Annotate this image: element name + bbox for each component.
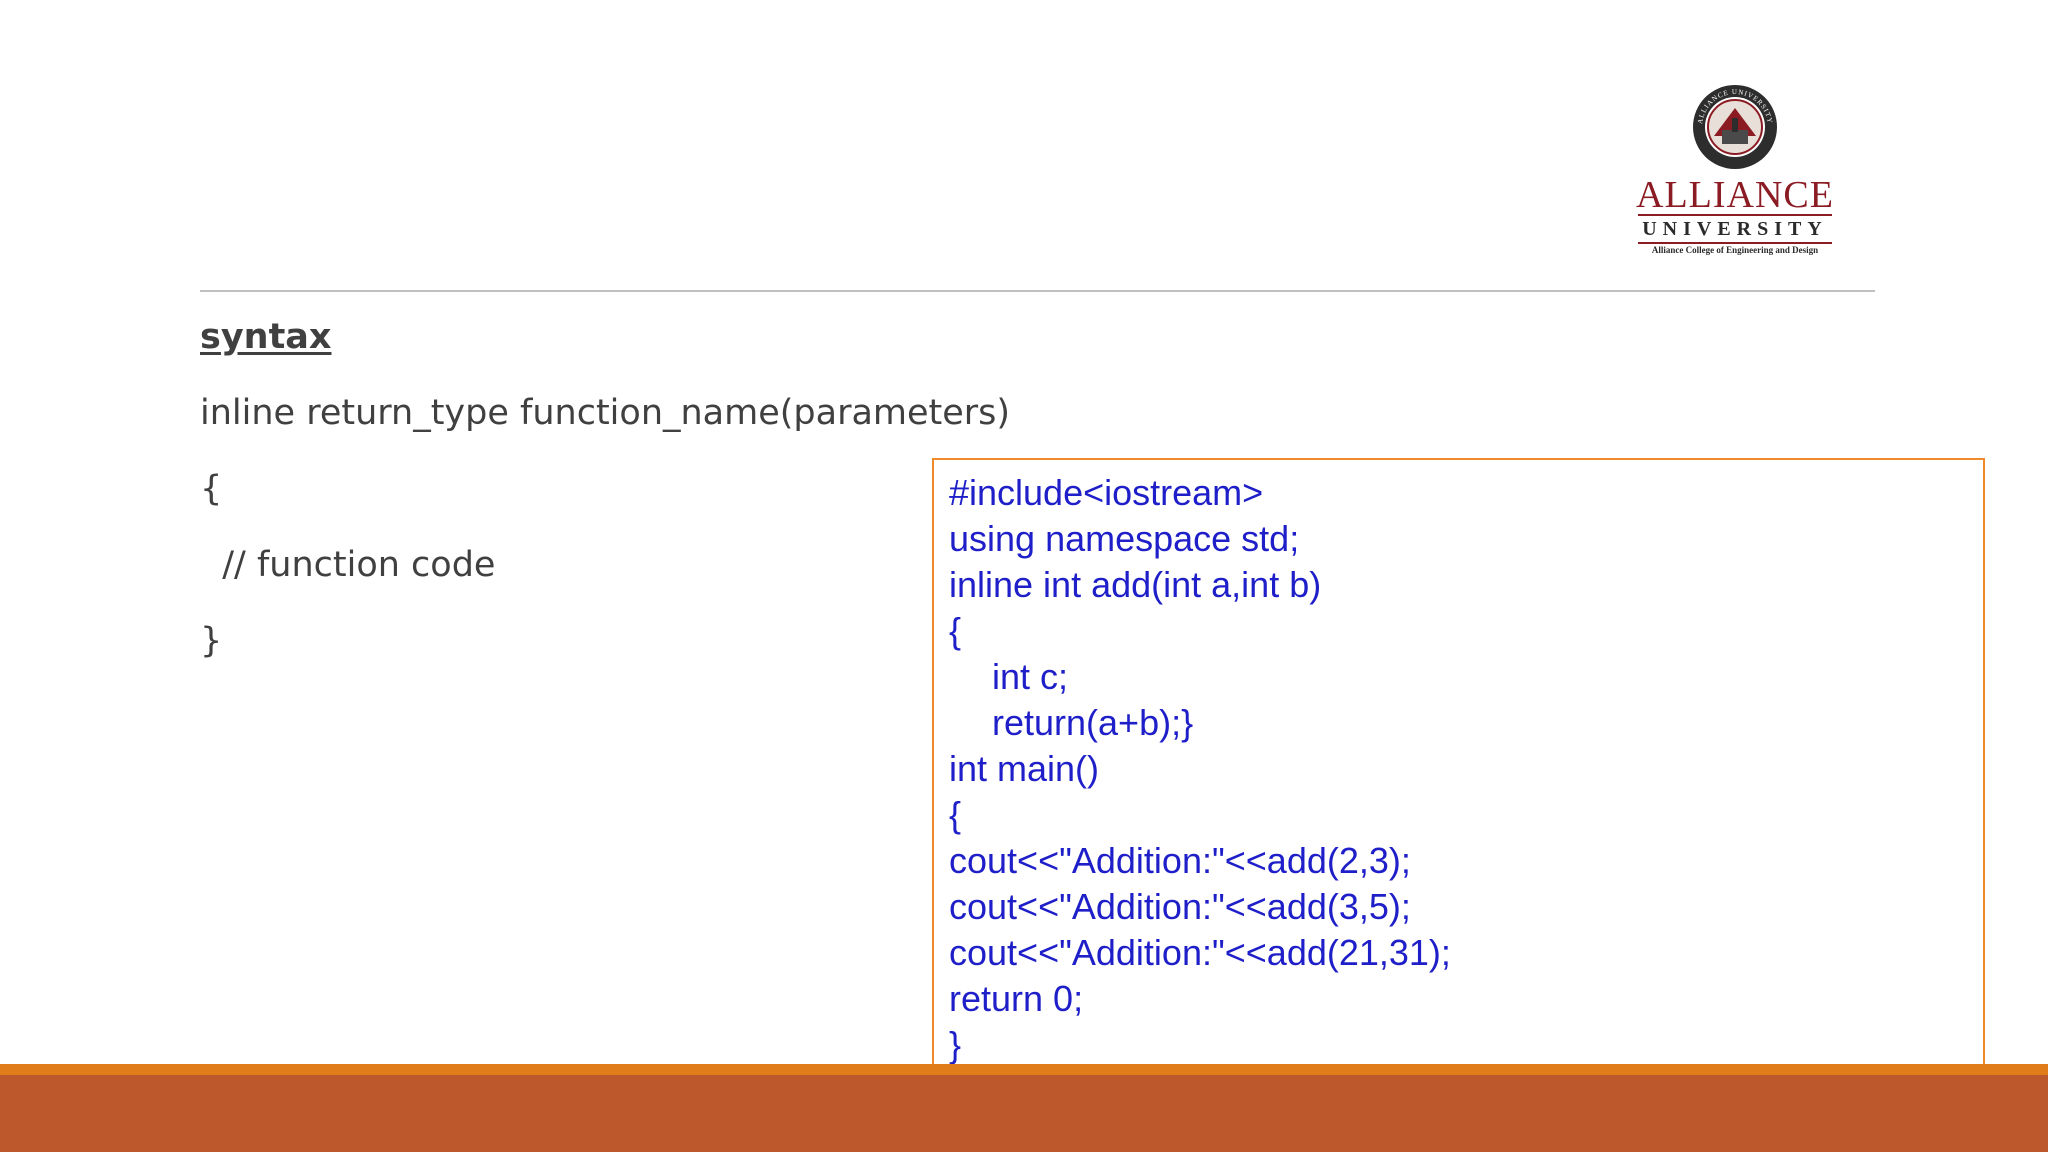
logo-rule [1638, 242, 1832, 244]
code-line: int main() [949, 748, 1100, 789]
slide: ALLIANCE UNIVERSITY ALLIANCE UNIVERSITY … [0, 0, 2048, 1152]
logo-name: ALLIANCE [1636, 174, 1834, 216]
code-line: { [949, 794, 962, 835]
logo-rule [1638, 214, 1832, 216]
code-line: int c; [992, 656, 1069, 697]
code-line: return 0; [949, 978, 1084, 1019]
syntax-line: // function code [200, 545, 496, 585]
university-seal-icon: ALLIANCE UNIVERSITY [1693, 85, 1777, 169]
footer-accent-bar [0, 1064, 2048, 1075]
syntax-line: { [200, 469, 223, 509]
code-line: #include<iostream> [949, 472, 1264, 513]
code-line: cout<<"Addition:"<<add(3,5); [949, 886, 1411, 927]
code-line: cout<<"Addition:"<<add(21,31); [949, 932, 1451, 973]
syntax-line: } [200, 621, 223, 661]
code-line: } [949, 1024, 962, 1065]
syntax-heading: syntax [200, 317, 332, 357]
footer-bar [0, 1075, 2048, 1152]
code-line: using namespace std; [949, 518, 1300, 559]
code-line: return(a+b);} [992, 702, 1194, 743]
code-line: cout<<"Addition:"<<add(2,3); [949, 840, 1411, 881]
code-line: inline int add(int a,int b) [949, 564, 1322, 605]
logo-tagline: Alliance College of Engineering and Desi… [1651, 245, 1819, 255]
logo-subtitle: UNIVERSITY [1642, 218, 1828, 240]
code-lines: #include<iostream> using namespace std; … [949, 470, 1451, 1068]
code-example-box: #include<iostream> using namespace std; … [932, 458, 1985, 1078]
syntax-line: inline return_type function_name(paramet… [200, 393, 1011, 433]
code-line: { [949, 610, 962, 651]
title-divider [200, 290, 1875, 292]
alliance-university-logo: ALLIANCE UNIVERSITY ALLIANCE UNIVERSITY … [1630, 80, 1840, 260]
